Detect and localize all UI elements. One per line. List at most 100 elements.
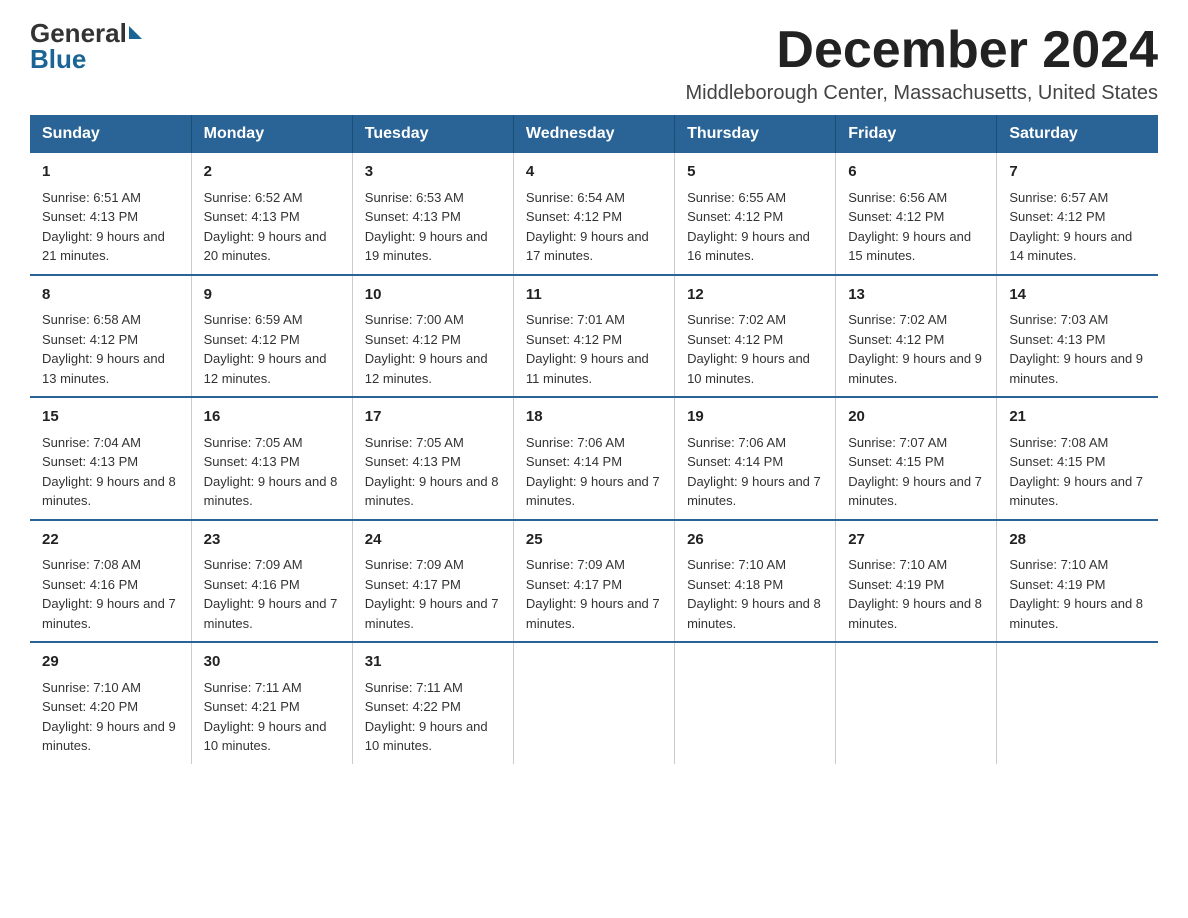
calendar-cell: 20 Sunrise: 7:07 AMSunset: 4:15 PMDayligh… [836,397,997,520]
col-header-friday: Friday [836,115,997,153]
calendar-table: SundayMondayTuesdayWednesdayThursdayFrid… [30,115,1158,764]
day-number: 9 [204,284,340,307]
day-info: Sunrise: 7:02 AMSunset: 4:12 PMDaylight:… [687,312,810,386]
day-info: Sunrise: 7:05 AMSunset: 4:13 PMDaylight:… [365,435,499,509]
calendar-cell: 18Sunrise: 7:06 AMSunset: 4:14 PMDayligh… [513,397,674,520]
logo-blue-text: Blue [30,46,86,72]
day-info: Sunrise: 7:04 AMSunset: 4:13 PMDaylight:… [42,435,176,509]
day-number: 21 [1009,406,1146,429]
calendar-week-row: 1 Sunrise: 6:51 AMSunset: 4:13 PMDaylight… [30,153,1158,275]
day-info: Sunrise: 6:57 AMSunset: 4:12 PMDaylight:… [1009,190,1132,264]
day-info: Sunrise: 6:52 AMSunset: 4:13 PMDaylight:… [204,190,327,264]
calendar-cell: 4 Sunrise: 6:54 AMSunset: 4:12 PMDaylight… [513,153,674,275]
calendar-cell: 24 Sunrise: 7:09 AMSunset: 4:17 PMDayligh… [352,520,513,643]
calendar-cell: 17 Sunrise: 7:05 AMSunset: 4:13 PMDayligh… [352,397,513,520]
day-info: Sunrise: 7:10 AMSunset: 4:20 PMDaylight:… [42,680,176,754]
day-number: 24 [365,529,501,552]
day-info: Sunrise: 7:10 AMSunset: 4:19 PMDaylight:… [848,557,982,631]
day-info: Sunrise: 7:00 AMSunset: 4:12 PMDaylight:… [365,312,488,386]
day-number: 8 [42,284,179,307]
day-info: Sunrise: 7:05 AMSunset: 4:13 PMDaylight:… [204,435,338,509]
day-info: Sunrise: 6:53 AMSunset: 4:13 PMDaylight:… [365,190,488,264]
calendar-cell: 27 Sunrise: 7:10 AMSunset: 4:19 PMDayligh… [836,520,997,643]
day-number: 12 [687,284,823,307]
day-info: Sunrise: 7:08 AMSunset: 4:16 PMDaylight:… [42,557,176,631]
calendar-cell: 5Sunrise: 6:55 AMSunset: 4:12 PMDaylight… [675,153,836,275]
calendar-cell: 19 Sunrise: 7:06 AMSunset: 4:14 PMDayligh… [675,397,836,520]
day-number: 1 [42,161,179,184]
calendar-cell [513,642,674,764]
calendar-cell: 1 Sunrise: 6:51 AMSunset: 4:13 PMDaylight… [30,153,191,275]
day-number: 29 [42,651,179,674]
day-number: 11 [526,284,662,307]
day-number: 2 [204,161,340,184]
day-info: Sunrise: 7:11 AMSunset: 4:21 PMDaylight:… [204,680,327,754]
day-number: 19 [687,406,823,429]
calendar-cell: 14 Sunrise: 7:03 AMSunset: 4:13 PMDayligh… [997,275,1158,398]
day-number: 27 [848,529,984,552]
logo-general-text: General [30,20,127,46]
page-title: December 2024 [686,20,1158,80]
day-info: Sunrise: 7:07 AMSunset: 4:15 PMDaylight:… [848,435,982,509]
calendar-cell: 9Sunrise: 6:59 AMSunset: 4:12 PMDaylight… [191,275,352,398]
calendar-cell: 12 Sunrise: 7:02 AMSunset: 4:12 PMDayligh… [675,275,836,398]
day-number: 16 [204,406,340,429]
logo-triangle-icon [129,26,142,39]
calendar-week-row: 8Sunrise: 6:58 AMSunset: 4:12 PMDaylight… [30,275,1158,398]
col-header-wednesday: Wednesday [513,115,674,153]
day-number: 26 [687,529,823,552]
day-number: 20 [848,406,984,429]
calendar-week-row: 15 Sunrise: 7:04 AMSunset: 4:13 PMDayligh… [30,397,1158,520]
calendar-cell: 29 Sunrise: 7:10 AMSunset: 4:20 PMDayligh… [30,642,191,764]
calendar-cell: 3 Sunrise: 6:53 AMSunset: 4:13 PMDaylight… [352,153,513,275]
calendar-cell [836,642,997,764]
day-number: 25 [526,529,662,552]
day-info: Sunrise: 7:09 AMSunset: 4:17 PMDaylight:… [365,557,499,631]
calendar-cell: 16 Sunrise: 7:05 AMSunset: 4:13 PMDayligh… [191,397,352,520]
calendar-cell: 26 Sunrise: 7:10 AMSunset: 4:18 PMDayligh… [675,520,836,643]
calendar-week-row: 22 Sunrise: 7:08 AMSunset: 4:16 PMDayligh… [30,520,1158,643]
day-info: Sunrise: 7:11 AMSunset: 4:22 PMDaylight:… [365,680,488,754]
calendar-cell [675,642,836,764]
title-section: December 2024 Middleborough Center, Mass… [686,20,1158,105]
day-number: 31 [365,651,501,674]
day-info: Sunrise: 7:09 AMSunset: 4:17 PMDaylight:… [526,557,660,631]
day-number: 22 [42,529,179,552]
page-header: General Blue December 2024 Middleborough… [30,20,1158,105]
page-subtitle: Middleborough Center, Massachusetts, Uni… [686,82,1158,105]
day-info: Sunrise: 7:08 AMSunset: 4:15 PMDaylight:… [1009,435,1143,509]
day-number: 10 [365,284,501,307]
col-header-saturday: Saturday [997,115,1158,153]
day-number: 15 [42,406,179,429]
calendar-cell: 15 Sunrise: 7:04 AMSunset: 4:13 PMDayligh… [30,397,191,520]
day-number: 23 [204,529,340,552]
calendar-cell: 11Sunrise: 7:01 AMSunset: 4:12 PMDayligh… [513,275,674,398]
day-number: 14 [1009,284,1146,307]
col-header-thursday: Thursday [675,115,836,153]
day-info: Sunrise: 7:09 AMSunset: 4:16 PMDaylight:… [204,557,338,631]
day-number: 3 [365,161,501,184]
col-header-monday: Monday [191,115,352,153]
calendar-cell: 13Sunrise: 7:02 AMSunset: 4:12 PMDayligh… [836,275,997,398]
day-info: Sunrise: 6:51 AMSunset: 4:13 PMDaylight:… [42,190,165,264]
calendar-cell: 10 Sunrise: 7:00 AMSunset: 4:12 PMDayligh… [352,275,513,398]
day-info: Sunrise: 7:06 AMSunset: 4:14 PMDaylight:… [687,435,821,509]
day-info: Sunrise: 7:10 AMSunset: 4:18 PMDaylight:… [687,557,821,631]
day-number: 4 [526,161,662,184]
day-info: Sunrise: 7:10 AMSunset: 4:19 PMDaylight:… [1009,557,1143,631]
day-number: 17 [365,406,501,429]
col-header-sunday: Sunday [30,115,191,153]
day-info: Sunrise: 6:54 AMSunset: 4:12 PMDaylight:… [526,190,649,264]
day-number: 28 [1009,529,1146,552]
calendar-cell: 30 Sunrise: 7:11 AMSunset: 4:21 PMDayligh… [191,642,352,764]
day-number: 30 [204,651,340,674]
day-info: Sunrise: 6:56 AMSunset: 4:12 PMDaylight:… [848,190,971,264]
day-number: 5 [687,161,823,184]
calendar-cell: 7Sunrise: 6:57 AMSunset: 4:12 PMDaylight… [997,153,1158,275]
calendar-cell: 25 Sunrise: 7:09 AMSunset: 4:17 PMDayligh… [513,520,674,643]
day-info: Sunrise: 7:02 AMSunset: 4:12 PMDaylight:… [848,312,982,386]
calendar-cell: 28 Sunrise: 7:10 AMSunset: 4:19 PMDayligh… [997,520,1158,643]
calendar-cell: 23 Sunrise: 7:09 AMSunset: 4:16 PMDayligh… [191,520,352,643]
day-info: Sunrise: 7:03 AMSunset: 4:13 PMDaylight:… [1009,312,1143,386]
calendar-cell: 21 Sunrise: 7:08 AMSunset: 4:15 PMDayligh… [997,397,1158,520]
